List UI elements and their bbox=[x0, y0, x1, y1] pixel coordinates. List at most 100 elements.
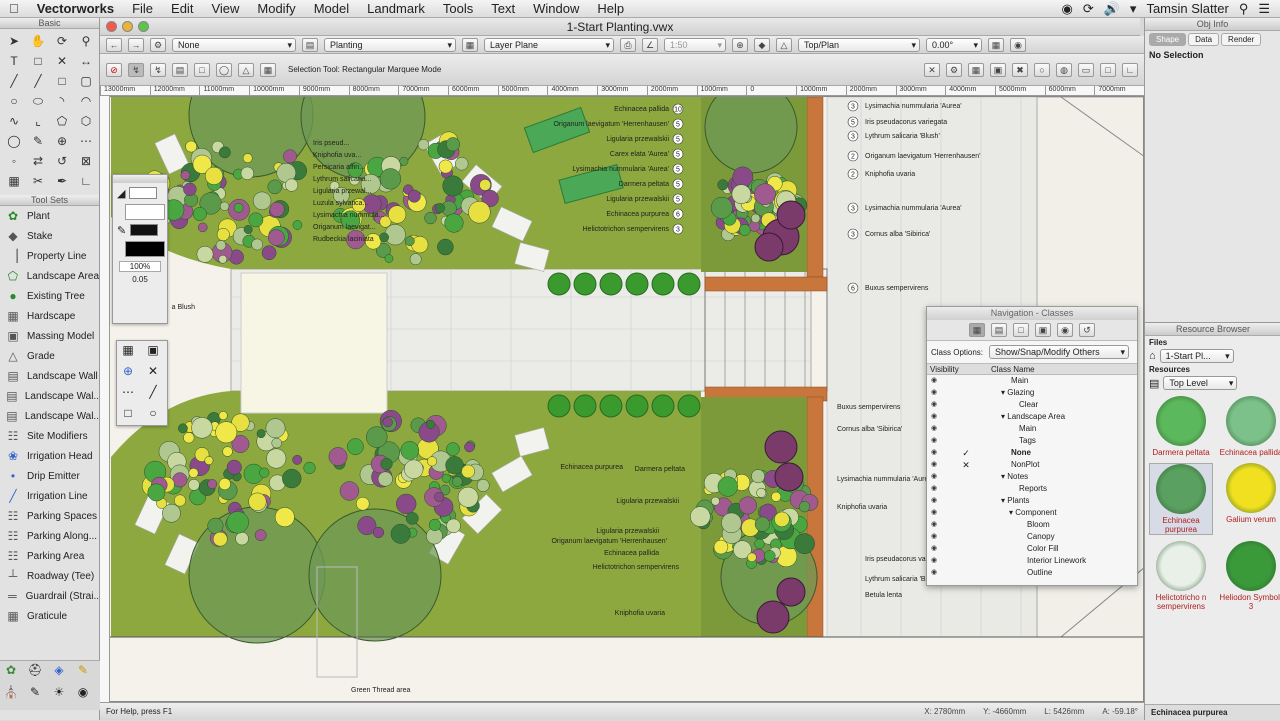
polyline-tool-icon[interactable]: ⌞ bbox=[26, 111, 50, 131]
tool-stake[interactable]: ◆ Stake bbox=[0, 226, 99, 246]
snap-distance-icon[interactable]: ○ bbox=[1034, 62, 1050, 77]
offset-tool-icon[interactable]: ⊠ bbox=[74, 151, 98, 171]
visibility-column-header[interactable]: Visibility bbox=[927, 364, 991, 374]
plant-symbol[interactable] bbox=[404, 459, 424, 479]
snap-settings-icon[interactable]: ⚙ bbox=[946, 62, 962, 77]
snap-intersection-icon[interactable]: ✕ bbox=[144, 364, 162, 378]
plant-symbol[interactable] bbox=[710, 196, 733, 219]
shape-tab[interactable]: Shape bbox=[1149, 33, 1187, 46]
snap-grid-icon[interactable]: ▦ bbox=[968, 62, 984, 77]
plant-symbol[interactable] bbox=[446, 442, 460, 456]
plant-symbol[interactable] bbox=[222, 446, 233, 457]
plant-label[interactable]: Darmera peltata bbox=[619, 181, 669, 188]
plant-symbol[interactable] bbox=[750, 213, 761, 223]
plant-symbol[interactable] bbox=[218, 254, 228, 264]
zoom-window-icon[interactable] bbox=[138, 21, 149, 32]
plant-symbol[interactable] bbox=[435, 203, 445, 213]
plant-symbol[interactable] bbox=[747, 552, 757, 563]
layer-plane-combo[interactable]: Layer Plane bbox=[484, 37, 614, 52]
plant-symbol[interactable] bbox=[444, 213, 464, 233]
search-icon[interactable]: ⚲ bbox=[1239, 1, 1249, 17]
visibility-eye-icon[interactable]: ◉ bbox=[927, 375, 941, 387]
disable-snap-icon[interactable]: ⊘ bbox=[106, 62, 122, 77]
plant-symbol[interactable] bbox=[183, 182, 197, 196]
menu-landmark[interactable]: Landmark bbox=[358, 1, 434, 16]
marquee-mode-icon[interactable]: ↯ bbox=[128, 62, 144, 77]
cornus-symbol[interactable] bbox=[754, 232, 784, 262]
plant-symbol[interactable] bbox=[147, 483, 166, 502]
class-row[interactable]: ◉ ▾ Glazing bbox=[927, 387, 1137, 399]
tool-parking-area[interactable]: ☷ Parking Area bbox=[0, 546, 99, 566]
stipple-tool-icon[interactable]: ⋯ bbox=[74, 131, 98, 151]
plant-symbol[interactable] bbox=[226, 511, 249, 534]
menu-view[interactable]: View bbox=[202, 1, 248, 16]
class-row[interactable]: ◉ ✕ NonPlot bbox=[927, 459, 1137, 471]
trim-tool-icon[interactable]: ✂ bbox=[26, 171, 50, 191]
site-set-icon[interactable]: ⛑ bbox=[26, 663, 44, 677]
cornus-symbol[interactable] bbox=[774, 462, 804, 492]
visibility-eye-icon[interactable]: ◉ bbox=[927, 423, 941, 435]
plant-symbol[interactable] bbox=[739, 496, 757, 515]
class-row[interactable]: ◉ Canopy bbox=[927, 531, 1137, 543]
resource-item[interactable]: Helictotricho n sempervirens bbox=[1149, 541, 1213, 611]
tool-parking-along[interactable]: ☷ Parking Along... bbox=[0, 526, 99, 546]
classes-tab-icon[interactable]: ▦ bbox=[969, 323, 985, 337]
class-row[interactable]: ◉ Outline bbox=[927, 567, 1137, 579]
plant-symbol[interactable] bbox=[438, 159, 453, 174]
smart-edge-icon[interactable]: ○ bbox=[144, 406, 162, 420]
rotate-tool-icon[interactable]: ↺ bbox=[50, 151, 74, 171]
tool-landscape-wal[interactable]: ▤ Landscape Wal.. bbox=[0, 406, 99, 426]
volume-icon[interactable]: 🔊 bbox=[1104, 1, 1120, 17]
circle-tool-icon[interactable]: ○ bbox=[2, 91, 26, 111]
cornus-symbol[interactable] bbox=[776, 577, 806, 607]
plant-label[interactable]: Buxus sempervirens bbox=[837, 404, 901, 411]
plant-label[interactable]: Betula lenta bbox=[865, 592, 902, 599]
plant-symbol[interactable] bbox=[251, 238, 264, 251]
visibility-eye-icon[interactable]: ◉ bbox=[927, 519, 941, 531]
resource-item[interactable]: Heliodon Symbol-3 bbox=[1219, 541, 1280, 611]
forward-icon[interactable]: → bbox=[128, 37, 144, 52]
references-tab-icon[interactable]: ↺ bbox=[1079, 323, 1095, 337]
plant-symbol[interactable] bbox=[754, 516, 770, 532]
cornus-symbol[interactable] bbox=[756, 600, 790, 634]
plant-symbol[interactable] bbox=[265, 418, 286, 439]
print-icon[interactable]: ⎙ bbox=[620, 37, 636, 52]
plant-symbol[interactable] bbox=[204, 166, 223, 185]
plant-label[interactable]: Lythrum salicaria 'Bl... bbox=[865, 576, 933, 583]
zoom-fit-icon[interactable]: ⊕ bbox=[732, 37, 748, 52]
plant-label[interactable]: Iris pseudacorus variegata bbox=[865, 119, 947, 126]
plant-symbol[interactable] bbox=[711, 496, 720, 506]
plant-label[interactable]: Lysimachia nummularia 'Aurea' bbox=[837, 476, 934, 483]
settings-icon[interactable]: ⚙ bbox=[150, 37, 166, 52]
plant-symbol[interactable] bbox=[717, 179, 729, 191]
snap-to-angle-icon[interactable]: ⊕ bbox=[119, 364, 137, 378]
plant-symbol[interactable] bbox=[218, 146, 231, 159]
smart-points-icon[interactable]: □ bbox=[119, 406, 137, 420]
snap-distance-alt-icon[interactable]: ⋯ bbox=[119, 385, 137, 399]
plant-symbol[interactable] bbox=[452, 476, 463, 487]
working-plane-icon[interactable]: □ bbox=[1100, 62, 1116, 77]
custom-select-icon[interactable]: △ bbox=[238, 62, 254, 77]
plant-symbol[interactable] bbox=[445, 137, 461, 152]
plant-symbol[interactable] bbox=[240, 166, 254, 180]
pen-swatch[interactable] bbox=[130, 224, 159, 236]
tool-massing-model[interactable]: ▣ Massing Model bbox=[0, 326, 99, 346]
plant-symbol[interactable] bbox=[269, 201, 285, 217]
plant-symbol[interactable] bbox=[285, 178, 299, 192]
resource-item[interactable]: Echinacea pallida bbox=[1219, 396, 1280, 457]
plant-symbol[interactable] bbox=[233, 202, 244, 213]
eyedropper-tool-icon[interactable]: ✎ bbox=[26, 131, 50, 151]
rectangle-tool-icon[interactable]: □ bbox=[50, 71, 74, 91]
globe-icon[interactable]: ◉ bbox=[1010, 37, 1026, 52]
menu-window[interactable]: Window bbox=[524, 1, 588, 16]
plant-symbol[interactable] bbox=[717, 476, 738, 497]
snap-object-icon[interactable]: ▣ bbox=[990, 62, 1006, 77]
landscape-set-icon[interactable]: ✿ bbox=[2, 663, 20, 677]
menu-edit[interactable]: Edit bbox=[162, 1, 202, 16]
resource-item[interactable]: Echinacea purpurea bbox=[1149, 463, 1213, 535]
user-name[interactable]: Tamsin Slatter bbox=[1146, 1, 1228, 16]
layer-icon[interactable]: ▦ bbox=[462, 37, 478, 52]
plant-symbol[interactable] bbox=[457, 486, 479, 508]
plant-symbol[interactable] bbox=[445, 456, 464, 475]
plant-symbol[interactable] bbox=[417, 139, 430, 151]
